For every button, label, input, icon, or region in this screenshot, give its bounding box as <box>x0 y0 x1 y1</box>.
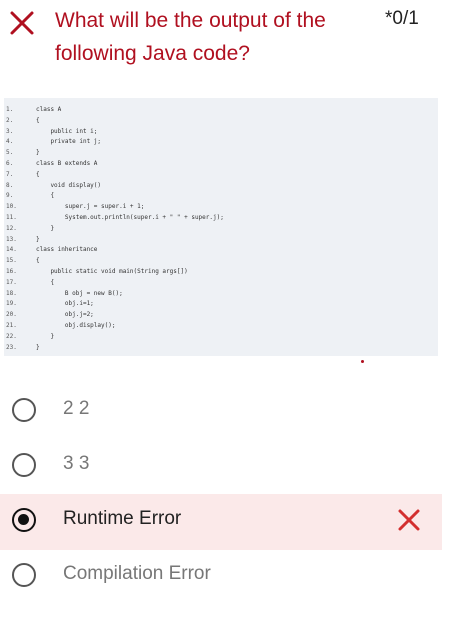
question-header: What will be the output of the following… <box>0 0 474 95</box>
code-text: } <box>36 343 40 351</box>
code-text: } <box>36 224 55 232</box>
code-line: 10. super.j = super.i + 1; <box>4 201 438 212</box>
option-label: 2 2 <box>63 398 90 419</box>
code-line: 5.} <box>4 147 438 158</box>
code-text: class A <box>36 106 62 113</box>
code-text: obj.j=2; <box>36 311 94 319</box>
code-line: 13.} <box>4 234 438 245</box>
code-text: System.out.println(super.i + " " + super… <box>36 214 224 221</box>
radio-dot <box>18 514 29 525</box>
line-number: 15. <box>6 257 17 265</box>
option-label: Runtime Error <box>63 508 182 529</box>
code-line: 9. { <box>4 190 438 201</box>
code-line: 14. class inheritance <box>4 244 438 255</box>
question-text: What will be the output of the following… <box>55 9 326 65</box>
code-text: } <box>36 149 40 157</box>
code-line: 18. B obj = new B(); <box>4 288 438 299</box>
option-3-3[interactable]: 3 3 <box>0 439 442 495</box>
code-text: } <box>36 332 55 340</box>
option-2-2[interactable]: 2 2 <box>0 384 442 440</box>
code-text: B obj = new B(); <box>36 289 123 297</box>
line-number: 8. <box>6 181 14 189</box>
code-text: { <box>36 116 40 124</box>
line-number: 3. <box>6 127 14 135</box>
decorative-dot <box>361 360 364 363</box>
code-text: { <box>36 278 55 286</box>
code-text: { <box>36 170 40 178</box>
code-line: 7. { <box>4 169 438 180</box>
code-line: 16. public static void main(String args[… <box>4 266 438 277</box>
code-text: public static void main(String args[]) <box>36 268 188 275</box>
line-number: 23. <box>6 343 17 351</box>
code-line: 4. private int j; <box>4 136 438 147</box>
line-number: 2. <box>6 116 14 124</box>
code-text: class inheritance <box>36 246 98 254</box>
code-line: 21. obj.display(); <box>4 320 438 331</box>
code-line: 15. { <box>4 255 438 266</box>
code-text: void display() <box>36 181 102 189</box>
code-text: public int i; <box>36 127 98 135</box>
code-line: 22. } <box>4 331 438 342</box>
line-number: 5. <box>6 149 14 157</box>
code-text: super.j = super.i + 1; <box>36 203 145 211</box>
code-line: 12. } <box>4 223 438 234</box>
line-number: 12. <box>6 224 17 232</box>
line-number: 6. <box>6 160 14 167</box>
line-number: 10. <box>6 203 17 211</box>
line-number: 22. <box>6 332 17 340</box>
code-image: 1. class A 2.{3. public int i; 4. private i… <box>4 98 438 356</box>
line-number: 14. <box>6 246 17 254</box>
code-text: private int j; <box>36 138 102 146</box>
radio-button[interactable] <box>12 398 36 422</box>
option-runtime-error[interactable]: Runtime Error <box>0 494 442 550</box>
line-number: 21. <box>6 322 17 329</box>
line-number: 9. <box>6 192 14 200</box>
code-line: 19. obj.i=1; <box>4 298 438 309</box>
code-text: { <box>36 257 40 265</box>
code-text: class B extends A <box>36 160 98 167</box>
code-line: 23.} <box>4 342 438 353</box>
line-number: 7. <box>6 170 14 178</box>
code-line: 11. System.out.println(super.i + " " + s… <box>4 212 438 223</box>
option-label: Compilation Error <box>63 563 211 584</box>
code-line: 20. obj.j=2; <box>4 309 438 320</box>
code-line: 3. public int i; <box>4 126 438 137</box>
line-number: 18. <box>6 289 17 297</box>
code-line: 8. void display() <box>4 180 438 191</box>
code-line: 6. class B extends A <box>4 158 438 169</box>
line-number: 13. <box>6 235 17 243</box>
line-number: 4. <box>6 138 14 146</box>
line-number: 20. <box>6 311 17 319</box>
code-text: obj.display(); <box>36 322 116 329</box>
option-compilation-error[interactable]: Compilation Error <box>0 549 442 605</box>
line-number: 11. <box>6 214 17 221</box>
line-number: 16. <box>6 268 17 275</box>
wrong-answer-icon <box>398 509 420 531</box>
code-line: 1. class A <box>4 104 438 115</box>
code-line: 2. { <box>4 115 438 126</box>
code-line: 17. { <box>4 277 438 288</box>
code-text: } <box>36 235 40 243</box>
code-text: obj.i=1; <box>36 300 94 308</box>
close-icon <box>10 11 34 35</box>
radio-button[interactable] <box>12 453 36 477</box>
code-text: { <box>36 192 55 200</box>
radio-button-selected[interactable] <box>12 508 36 532</box>
score-label: *0/1 <box>385 8 419 29</box>
option-label: 3 3 <box>63 453 90 474</box>
radio-button[interactable] <box>12 563 36 587</box>
line-number: 19. <box>6 300 17 308</box>
line-number: 1. <box>6 106 14 113</box>
line-number: 17. <box>6 278 17 286</box>
